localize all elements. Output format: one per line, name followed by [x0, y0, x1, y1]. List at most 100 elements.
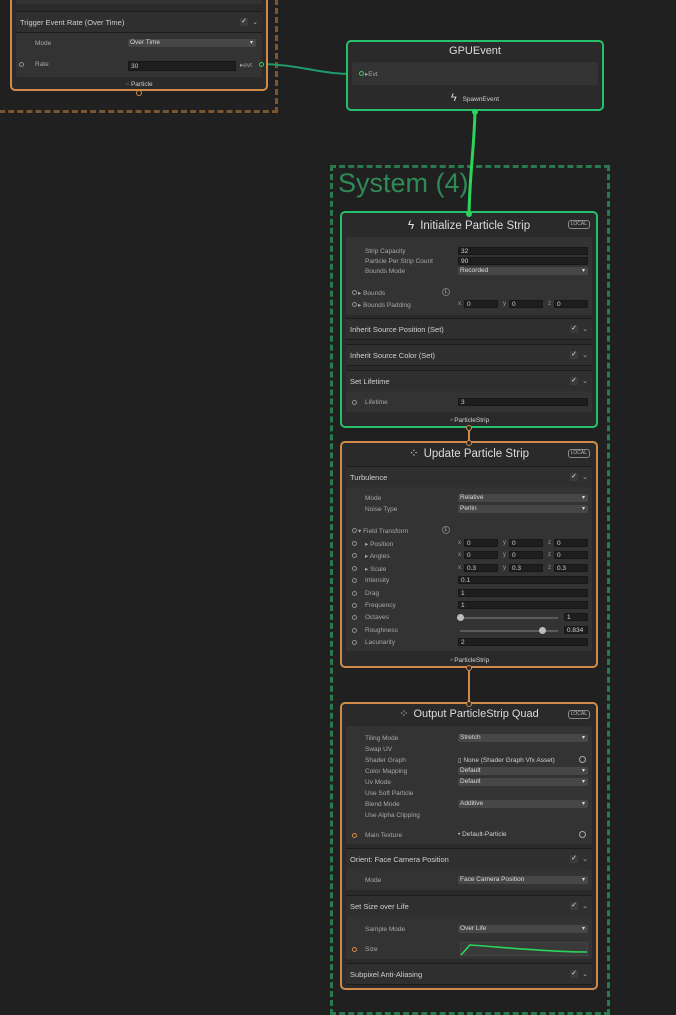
- scale-port[interactable]: [352, 566, 357, 571]
- angles-x[interactable]: 0: [464, 551, 498, 559]
- particle-per-strip-field[interactable]: 90: [458, 257, 588, 265]
- update-node[interactable]: ⁘ Update Particle Strip LOCAL Turbulence …: [340, 440, 598, 671]
- field-transform-port[interactable]: [352, 528, 357, 533]
- orient-checkbox[interactable]: ✓: [570, 855, 578, 863]
- chevron-down-icon[interactable]: ⌄: [582, 902, 588, 910]
- bounds-port[interactable]: [352, 290, 357, 295]
- lacunarity-field[interactable]: 2: [458, 638, 588, 646]
- frequency-port[interactable]: [352, 603, 357, 608]
- scale-z[interactable]: 0.3: [554, 564, 588, 572]
- initialize-node[interactable]: ϟ Initialize Particle Strip LOCAL Strip C…: [340, 211, 598, 431]
- bounds-padding-y[interactable]: 0: [509, 300, 543, 308]
- chevron-down-icon[interactable]: ⌄: [582, 970, 588, 978]
- orient-block[interactable]: Orient: Face Camera Position ✓ ⌄: [346, 848, 592, 870]
- gpu-event-flow-out[interactable]: [472, 109, 478, 115]
- mode-dropdown[interactable]: Over Time ▾: [128, 39, 256, 47]
- intensity-port[interactable]: [352, 578, 357, 583]
- set-size-block[interactable]: Set Size over Life ✓ ⌄: [346, 895, 592, 917]
- size-curve[interactable]: [460, 942, 588, 956]
- drag-field[interactable]: 1: [458, 589, 588, 597]
- output-node[interactable]: ⁘ Output ParticleStrip Quad LOCAL Tiling …: [340, 701, 598, 990]
- roughness-slider-track[interactable]: [460, 627, 558, 634]
- set-lifetime-block[interactable]: Set Lifetime ✓ ⌄: [346, 370, 592, 392]
- spawner-flow-out[interactable]: [136, 90, 142, 96]
- chevron-down-icon[interactable]: ⌄: [582, 325, 588, 333]
- evt-port[interactable]: [259, 62, 264, 67]
- position-z[interactable]: 0: [554, 539, 588, 547]
- intensity-field[interactable]: 0.1: [458, 576, 588, 584]
- angles-y[interactable]: 0: [509, 551, 543, 559]
- lifetime-port[interactable]: [352, 400, 357, 405]
- strip-capacity-field[interactable]: 32: [458, 247, 588, 255]
- inherit-position-block[interactable]: Inherit Source Position (Set) ✓ ⌄: [346, 318, 592, 340]
- sample-mode-dropdown[interactable]: Over Life ▾: [458, 925, 588, 933]
- position-port[interactable]: [352, 541, 357, 546]
- init-flow-in[interactable]: [466, 211, 472, 217]
- chevron-down-icon[interactable]: ⌄: [582, 351, 588, 359]
- orient-mode-dropdown[interactable]: Face Camera Position ▾: [458, 876, 588, 884]
- roughness-slider-thumb[interactable]: [538, 627, 546, 634]
- anti-aliasing-block[interactable]: Subpixel Anti-Aliasing ✓ ⌄: [346, 963, 592, 985]
- position-y[interactable]: 0: [509, 539, 543, 547]
- turbulence-checkbox[interactable]: ✓: [570, 473, 578, 481]
- roughness-field[interactable]: 0.834: [564, 626, 588, 634]
- trigger-event-rate-block[interactable]: Trigger Event Rate (Over Time) ✓ ⌄: [16, 11, 262, 33]
- angles-port[interactable]: [352, 553, 357, 558]
- mode-dropdown[interactable]: Relative ▾: [458, 494, 588, 502]
- local-space-icon[interactable]: L: [442, 526, 450, 534]
- bounds-padding-z[interactable]: 0: [554, 300, 588, 308]
- inherit-color-checkbox[interactable]: ✓: [570, 351, 578, 359]
- shader-graph-field[interactable]: ▯ None (Shader Graph Vfx Asset): [458, 756, 588, 765]
- scale-x[interactable]: 0.3: [464, 564, 498, 572]
- object-picker-icon[interactable]: [579, 756, 586, 763]
- object-picker-icon[interactable]: [579, 831, 586, 838]
- init-flow-out[interactable]: [466, 425, 472, 431]
- main-texture-field[interactable]: • Default-Particle: [458, 831, 588, 840]
- bounds-mode-label: Bounds Mode: [365, 268, 406, 275]
- color-mapping-label: Color Mapping: [365, 768, 408, 775]
- noise-type-dropdown[interactable]: Perlin ▾: [458, 505, 588, 513]
- size-port[interactable]: [352, 947, 357, 952]
- local-badge[interactable]: LOCAL: [567, 710, 590, 719]
- octaves-slider-track[interactable]: [457, 614, 558, 621]
- lifetime-field[interactable]: 3: [458, 398, 588, 406]
- local-badge[interactable]: LOCAL: [567, 449, 590, 458]
- octaves-slider-thumb[interactable]: [457, 614, 464, 621]
- tiling-mode-dropdown[interactable]: Stretch ▾: [458, 734, 588, 742]
- update-flow-out[interactable]: [466, 665, 472, 671]
- angles-z[interactable]: 0: [554, 551, 588, 559]
- blend-mode-dropdown[interactable]: Additive ▾: [458, 800, 588, 808]
- octaves-port[interactable]: [352, 615, 357, 620]
- rate-port[interactable]: [19, 62, 24, 67]
- chevron-down-icon[interactable]: ⌄: [582, 855, 588, 863]
- bounds-mode-dropdown[interactable]: Recorded ▾: [458, 267, 588, 275]
- drag-port[interactable]: [352, 591, 357, 596]
- lacunarity-port[interactable]: [352, 640, 357, 645]
- gpu-event-node[interactable]: GPUEvent ▸Evt ϟ SpawnEvent: [346, 40, 604, 115]
- set-size-checkbox[interactable]: ✓: [570, 902, 578, 910]
- spawner-node[interactable]: Trigger Event Rate (Over Time) ✓ ⌄ Mode …: [10, 0, 268, 96]
- scale-y[interactable]: 0.3: [509, 564, 543, 572]
- frequency-field[interactable]: 1: [458, 601, 588, 609]
- position-x[interactable]: 0: [464, 539, 498, 547]
- inherit-position-checkbox[interactable]: ✓: [570, 325, 578, 333]
- roughness-port[interactable]: [352, 628, 357, 633]
- local-badge[interactable]: LOCAL: [567, 220, 590, 229]
- evt-input-port[interactable]: [359, 71, 364, 76]
- main-texture-port[interactable]: [352, 833, 357, 838]
- chevron-down-icon[interactable]: ⌄: [582, 473, 588, 481]
- local-space-icon[interactable]: L: [442, 288, 450, 296]
- rate-field[interactable]: 30: [128, 61, 236, 71]
- uv-mode-dropdown[interactable]: Default ▾: [458, 778, 588, 786]
- octaves-field[interactable]: 1: [564, 613, 588, 621]
- chevron-down-icon[interactable]: ⌄: [252, 18, 258, 26]
- bounds-padding-x[interactable]: 0: [464, 300, 498, 308]
- bounds-padding-port[interactable]: [352, 302, 357, 307]
- set-lifetime-checkbox[interactable]: ✓: [570, 377, 578, 385]
- chevron-down-icon[interactable]: ⌄: [582, 377, 588, 385]
- anti-aliasing-checkbox[interactable]: ✓: [570, 970, 578, 978]
- turbulence-block[interactable]: Turbulence ✓ ⌄: [346, 466, 592, 488]
- color-mapping-dropdown[interactable]: Default ▾: [458, 767, 588, 775]
- trigger-enable-checkbox[interactable]: ✓: [240, 18, 248, 26]
- inherit-color-block[interactable]: Inherit Source Color (Set) ✓ ⌄: [346, 344, 592, 366]
